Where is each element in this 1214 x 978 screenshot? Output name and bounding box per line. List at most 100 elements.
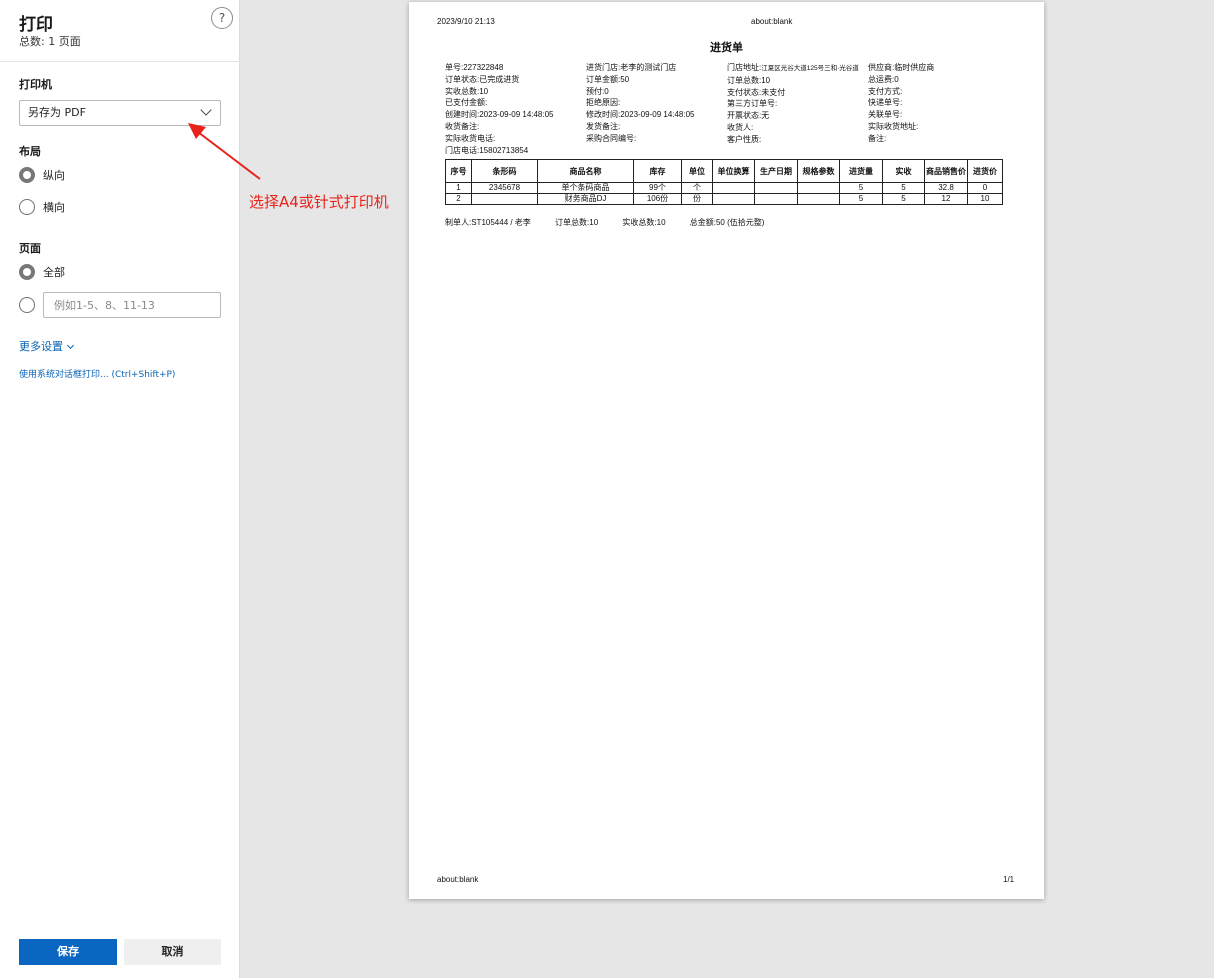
table-header: 商品销售价 xyxy=(924,159,968,183)
layout-landscape-label: 横向 xyxy=(43,201,65,214)
table-row: 2 财务商品DJ 106份 份 5 5 12 10 xyxy=(445,193,1003,205)
table-header: 进货价 xyxy=(967,159,1003,183)
info-line: 实际收货地址: xyxy=(868,121,919,131)
table-cell: 个 xyxy=(681,182,713,194)
pages-all-label: 全部 xyxy=(43,266,65,279)
radio-portrait[interactable] xyxy=(19,167,35,183)
table-cell: 2 xyxy=(445,193,472,205)
table-header: 库存 xyxy=(633,159,682,183)
table-cell xyxy=(797,182,840,194)
info-line: 已支付金额: xyxy=(445,98,488,108)
info-column-1: 单号:227322848 订单状态:已完成进货 实收总数:10 已支付金额: 创… xyxy=(445,62,554,156)
printer-label: 打印机 xyxy=(19,78,52,91)
table-cell xyxy=(754,182,798,194)
table-cell xyxy=(712,182,755,194)
table-cell: 5 xyxy=(839,193,883,205)
info-line: 门店电话:15802713854 xyxy=(445,145,529,155)
header-url: about:blank xyxy=(751,17,793,26)
table-cell: 份 xyxy=(681,193,713,205)
table-header: 进货量 xyxy=(839,159,883,183)
footer-url: about:blank xyxy=(437,875,479,884)
page-range-input[interactable] xyxy=(43,292,221,318)
info-line: 发货备注: xyxy=(586,121,621,131)
table-cell: 5 xyxy=(839,182,883,194)
layout-portrait-label: 纵向 xyxy=(43,169,65,182)
info-line: 支付方式: xyxy=(868,86,903,96)
table-cell: 32.8 xyxy=(924,182,968,194)
system-dialog-link[interactable]: 使用系统对话框打印... (Ctrl+Shift+P) xyxy=(19,367,175,380)
info-line: 实际收货电话: xyxy=(445,133,496,143)
annotation-arrow-icon xyxy=(188,123,261,180)
layout-portrait-option[interactable]: 纵向 xyxy=(19,166,65,184)
info-line: 备注: xyxy=(868,133,887,143)
info-line: 客户性质: xyxy=(727,134,762,144)
info-line: 进货门店:老李的测试门店 xyxy=(586,63,677,72)
info-line: 快递单号: xyxy=(868,98,903,108)
summary-creator: 制单人:ST105444 / 老李 xyxy=(445,218,531,227)
save-button[interactable]: 保存 xyxy=(19,939,117,965)
info-line: 总运费:0 xyxy=(868,74,899,84)
info-line: 收货人: xyxy=(727,122,754,132)
document-title: 进货单 xyxy=(710,42,743,54)
table-cell: 单个条码商品 xyxy=(537,182,634,194)
pages-all-option[interactable]: 全部 xyxy=(19,263,65,281)
info-column-2: 进货门店:老李的测试门店 订单金额:50 预付:0 拒绝原因: 修改时间:202… xyxy=(586,62,695,145)
info-column-4: 供应商:临时供应商 总运费:0 支付方式: 快递单号: 关联单号: 实际收货地址… xyxy=(868,62,934,145)
table-header: 规格参数 xyxy=(797,159,840,183)
info-line: 单号:227322848 xyxy=(445,63,504,72)
summary-received-total: 实收总数:10 xyxy=(622,218,666,227)
table-header-row: 序号 条形码 商品名称 库存 单位 单位换算 生产日期 规格参数 进货量 实收 … xyxy=(445,159,1003,183)
more-settings-link[interactable]: 更多设置 xyxy=(19,338,75,354)
table-cell: 106份 xyxy=(633,193,682,205)
info-line: 订单状态:已完成进货 xyxy=(445,74,520,84)
table-header: 单位换算 xyxy=(712,159,755,183)
table-cell xyxy=(471,193,538,205)
more-settings-label: 更多设置 xyxy=(19,340,63,353)
info-line: 第三方订单号: xyxy=(727,99,778,109)
items-table: 序号 条形码 商品名称 库存 单位 单位换算 生产日期 规格参数 进货量 实收 … xyxy=(445,159,1003,205)
pages-custom-option[interactable] xyxy=(19,296,35,314)
summary-amount: 总金额:50 (伍拾元整) xyxy=(689,218,765,227)
table-row: 1 2345678 单个条码商品 99个 个 5 5 32.8 0 xyxy=(445,182,1003,194)
table-header: 生产日期 xyxy=(754,159,798,183)
table-cell: 12 xyxy=(924,193,968,205)
table-header: 条形码 xyxy=(471,159,538,183)
info-line: 预付:0 xyxy=(586,86,609,96)
info-column-3: 门店地址:江夏区光谷大道125号三和·光谷道 订单总数:10 支付状态:未支付 … xyxy=(727,62,859,146)
table-header: 单位 xyxy=(681,159,713,183)
layout-label: 布局 xyxy=(19,145,41,158)
table-cell: 99个 xyxy=(633,182,682,194)
info-line: 订单金额:50 xyxy=(586,74,630,84)
table-cell: 10 xyxy=(967,193,1003,205)
info-line: 门店地址:江夏区光谷大道125号三和·光谷道 xyxy=(727,62,859,75)
layout-landscape-option[interactable]: 横向 xyxy=(19,198,65,216)
info-line: 采购合同编号: xyxy=(586,133,637,143)
info-line: 开票状态:无 xyxy=(727,111,770,121)
table-header: 实收 xyxy=(882,159,925,183)
chevron-down-icon xyxy=(200,104,212,116)
table-cell xyxy=(754,193,798,205)
header-date: 2023/9/10 21:13 xyxy=(437,17,495,26)
cancel-button[interactable]: 取消 xyxy=(124,939,221,965)
radio-pages-all[interactable] xyxy=(19,264,35,280)
radio-pages-custom[interactable] xyxy=(19,297,35,313)
table-cell: 5 xyxy=(882,193,925,205)
table-cell: 2345678 xyxy=(471,182,538,194)
info-line: 修改时间:2023-09-09 14:48:05 xyxy=(586,110,695,120)
table-header: 序号 xyxy=(445,159,472,183)
table-cell xyxy=(712,193,755,205)
chevron-down-icon xyxy=(66,341,75,350)
store-address-label: 门店地址: xyxy=(727,63,762,72)
table-header: 商品名称 xyxy=(537,159,634,183)
table-cell: 财务商品DJ xyxy=(537,193,634,205)
table-cell xyxy=(797,193,840,205)
panel-title: 打印 xyxy=(19,15,53,35)
order-summary: 制单人:ST105444 / 老李 订单总数:10 实收总数:10 总金额:50… xyxy=(445,217,786,228)
radio-landscape[interactable] xyxy=(19,199,35,215)
info-line: 收货备注: xyxy=(445,121,480,131)
info-line: 创建时间:2023-09-09 14:48:05 xyxy=(445,110,554,120)
help-icon[interactable]: ? xyxy=(211,7,233,29)
info-line: 支付状态:未支付 xyxy=(727,87,786,97)
table-cell: 1 xyxy=(445,182,472,194)
info-line: 关联单号: xyxy=(868,110,903,120)
